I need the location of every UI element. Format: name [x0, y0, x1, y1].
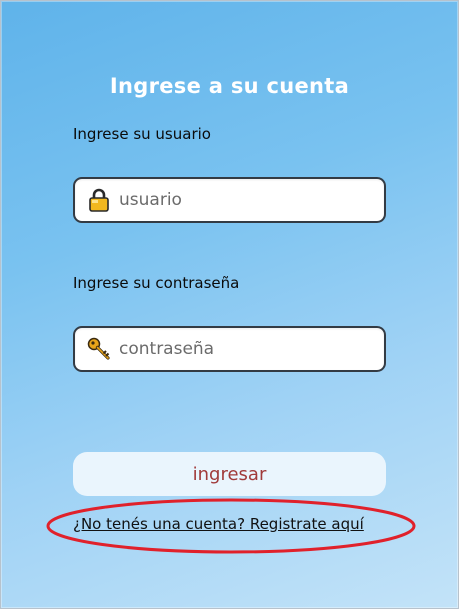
username-field[interactable] — [73, 177, 386, 223]
password-label: Ingrese su contraseña — [73, 274, 240, 292]
register-link[interactable]: ¿No tenés una cuenta? Registrate aquí — [73, 515, 393, 533]
page-title: Ingrese a su cuenta — [109, 74, 350, 98]
key-icon — [87, 337, 111, 361]
username-label: Ingrese su usuario — [73, 125, 211, 143]
password-input[interactable] — [119, 339, 359, 359]
password-field[interactable] — [73, 326, 386, 372]
login-button[interactable]: ingresar — [73, 452, 386, 496]
lock-icon — [87, 188, 111, 212]
username-input[interactable] — [119, 190, 359, 210]
login-panel: Ingrese a su cuenta Ingrese su usuario I… — [0, 0, 459, 609]
